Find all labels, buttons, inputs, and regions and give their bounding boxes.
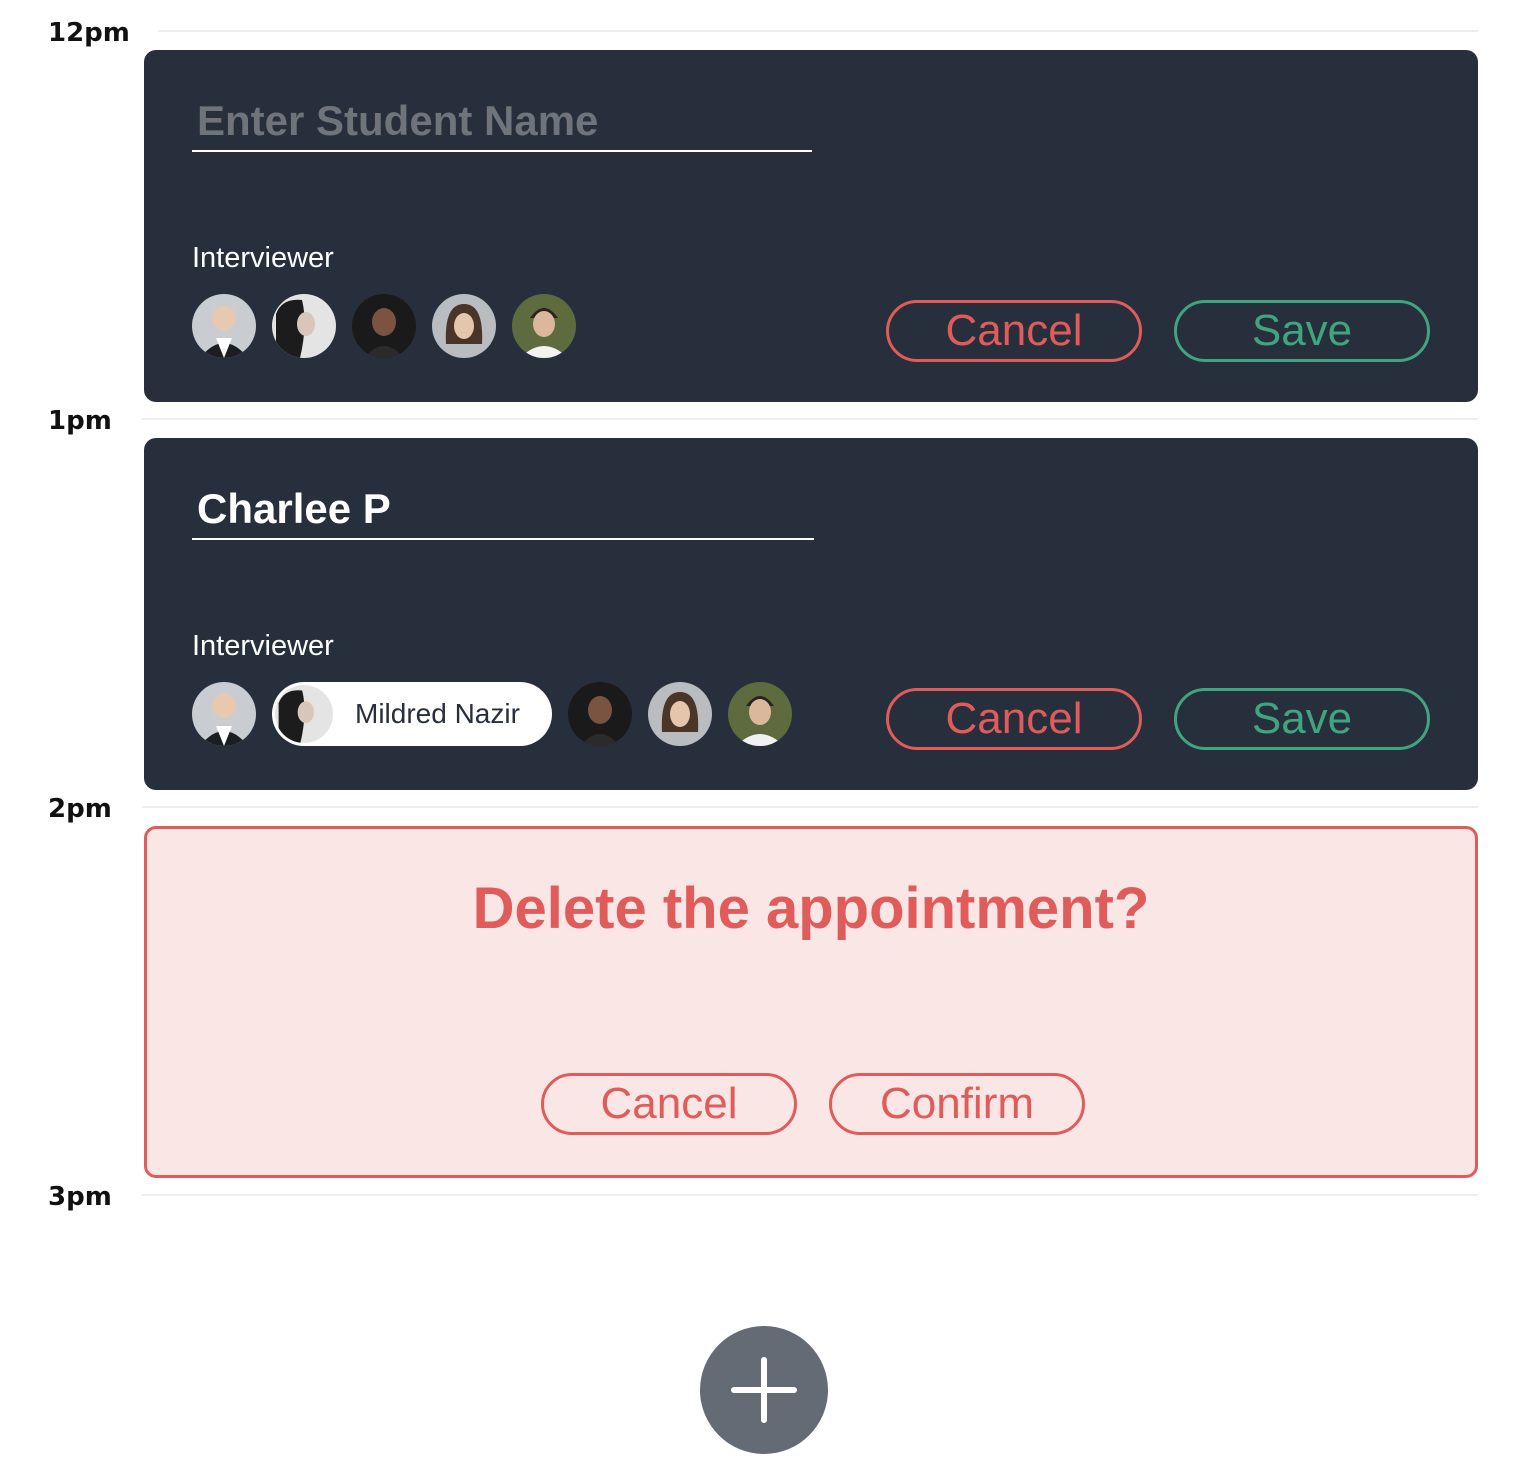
interviewer-selected-name: Mildred Nazir [355,698,520,729]
add-appointment-button[interactable] [700,1326,828,1454]
save-button[interactable]: Save [1174,688,1430,750]
interviewer-avatar-4[interactable] [432,294,496,358]
interviewer-avatar-5[interactable] [727,682,792,746]
interviewer-label: Interviewer [192,630,334,662]
interviewer-avatar-5[interactable] [512,294,576,358]
cancel-button[interactable]: Cancel [886,688,1142,750]
slot-divider [142,1194,1478,1196]
interviewer-avatar-4[interactable] [647,682,712,746]
interviewer-avatar-1[interactable] [192,294,256,358]
interviewer-selected-chip[interactable]: Mildred Nazir [272,682,552,746]
schedule-view: 12pm 1pm 2pm 3pm Interviewer Cance [0,0,1530,1480]
time-label-1pm: 1pm [48,406,112,436]
appointment-form-edit: Interviewer Mildred Nazir Cancel Save [144,438,1478,790]
time-label-12pm: 12pm [48,18,130,48]
slot-divider [158,30,1478,32]
time-label-2pm: 2pm [48,794,112,824]
student-name-input[interactable] [192,92,812,152]
plus-icon [731,1357,797,1423]
interviewer-avatar-2 [275,685,333,743]
save-button[interactable]: Save [1174,300,1430,362]
slot-divider [142,418,1478,420]
interviewer-avatar-2[interactable] [272,294,336,358]
interviewer-avatar-3[interactable] [567,682,632,746]
interviewer-list [192,294,576,358]
interviewer-label: Interviewer [192,242,334,274]
student-name-input[interactable] [192,480,814,540]
confirm-message: Delete the appointment? [472,876,1150,941]
slot-divider [142,806,1478,808]
cancel-button[interactable]: Cancel [541,1073,797,1135]
interviewer-avatar-3[interactable] [352,294,416,358]
confirm-button[interactable]: Confirm [829,1073,1085,1135]
interviewer-list: Mildred Nazir [192,682,792,746]
cancel-button[interactable]: Cancel [886,300,1142,362]
time-label-3pm: 3pm [48,1182,112,1212]
delete-confirmation: Delete the appointment? Cancel Confirm [144,826,1478,1178]
appointment-form-new: Interviewer Cancel Save [144,50,1478,402]
interviewer-avatar-1[interactable] [192,682,256,746]
